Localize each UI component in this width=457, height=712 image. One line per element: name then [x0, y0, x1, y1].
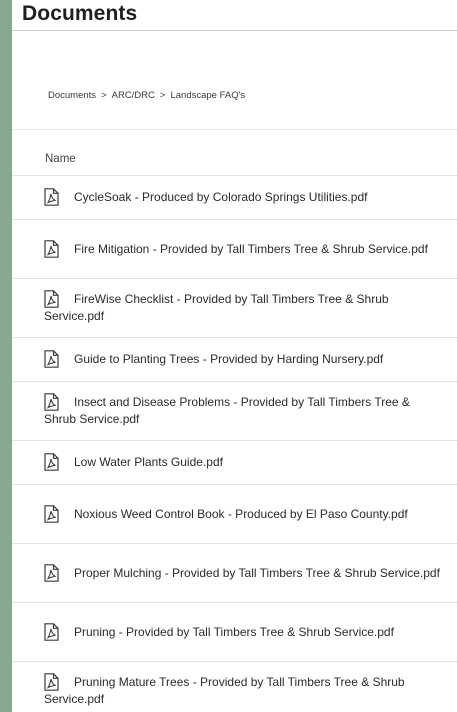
file-list: CycleSoak - Produced by Colorado Springs…	[12, 175, 457, 712]
file-name[interactable]: CycleSoak - Produced by Colorado Springs…	[74, 190, 367, 204]
file-item[interactable]: Pruning Mature Trees - Provided by Tall …	[12, 661, 457, 712]
breadcrumb-separator: >	[159, 90, 166, 101]
pdf-file-icon	[44, 290, 59, 308]
breadcrumb-item-arc-drc[interactable]: ARC/DRC	[112, 90, 155, 101]
documents-panel: Documents Documents > ARC/DRC > Landscape FA…	[12, 0, 457, 712]
pdf-file-icon	[44, 673, 59, 691]
file-name[interactable]: Guide to Planting Trees - Provided by Ha…	[74, 352, 383, 366]
file-item[interactable]: Insect and Disease Problems - Provided b…	[12, 381, 457, 440]
file-name[interactable]: Pruning - Provided by Tall Timbers Tree …	[74, 625, 394, 639]
breadcrumb-item-documents[interactable]: Documents	[48, 90, 96, 101]
pdf-file-icon	[44, 453, 59, 471]
pdf-file-icon	[44, 188, 59, 206]
breadcrumb: Documents > ARC/DRC > Landscape FAQ's	[48, 90, 245, 101]
file-name[interactable]: Proper Mulching - Provided by Tall Timbe…	[74, 566, 440, 580]
file-item[interactable]: Fire Mitigation - Provided by Tall Timbe…	[12, 219, 457, 278]
title-bar: Documents	[12, 0, 457, 31]
file-name[interactable]: Pruning Mature Trees - Provided by Tall …	[44, 675, 405, 706]
file-item[interactable]: Guide to Planting Trees - Provided by Ha…	[12, 337, 457, 381]
file-name[interactable]: Insect and Disease Problems - Provided b…	[44, 395, 410, 426]
file-item[interactable]: Pruning - Provided by Tall Timbers Tree …	[12, 602, 457, 661]
file-item[interactable]: FireWise Checklist - Provided by Tall Ti…	[12, 278, 457, 337]
file-name[interactable]: Fire Mitigation - Provided by Tall Timbe…	[74, 242, 428, 256]
pdf-file-icon	[44, 504, 59, 523]
file-name[interactable]: Low Water Plants Guide.pdf	[74, 455, 223, 469]
column-header-name[interactable]: Name	[45, 153, 76, 165]
breadcrumb-separator: >	[101, 90, 107, 101]
file-item[interactable]: Low Water Plants Guide.pdf	[12, 440, 457, 484]
file-name[interactable]: FireWise Checklist - Provided by Tall Ti…	[44, 292, 389, 323]
file-item[interactable]: CycleSoak - Produced by Colorado Springs…	[12, 175, 457, 219]
pdf-file-icon	[44, 563, 59, 582]
pdf-file-icon	[44, 350, 59, 368]
pdf-file-icon	[44, 239, 59, 258]
file-name[interactable]: Noxious Weed Control Book - Produced by …	[74, 507, 408, 521]
file-item[interactable]: Proper Mulching - Provided by Tall Timbe…	[12, 543, 457, 602]
pdf-file-icon	[44, 393, 59, 411]
page-title: Documents	[22, 2, 138, 25]
pdf-file-icon	[44, 622, 59, 641]
breadcrumb-item-landscape-faqs: Landscape FAQ's	[170, 90, 246, 101]
divider	[12, 129, 457, 130]
file-item[interactable]: Noxious Weed Control Book - Produced by …	[12, 484, 457, 543]
